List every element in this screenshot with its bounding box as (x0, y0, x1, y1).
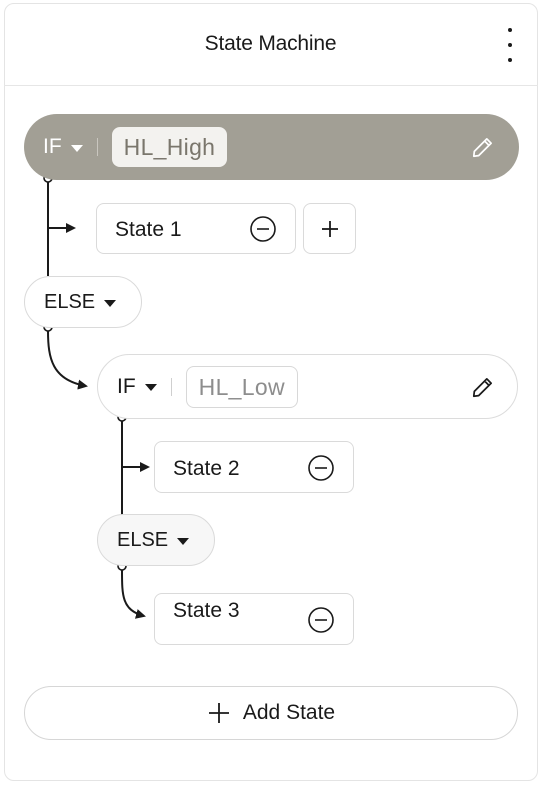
else-dropdown-2[interactable]: ELSE (97, 514, 215, 566)
caret-down-icon (70, 144, 83, 152)
variable-chip-2[interactable]: HL_Low (185, 365, 298, 408)
else-keyword: ELSE (44, 290, 96, 313)
minus-circle-icon[interactable] (307, 454, 335, 482)
plus-icon (322, 221, 338, 237)
add-state-button[interactable]: Add State (24, 686, 518, 740)
minus-circle-icon[interactable] (307, 606, 335, 634)
if-dropdown-1[interactable]: IF (43, 135, 83, 159)
separator (170, 377, 172, 396)
add-branch-button[interactable] (303, 203, 356, 254)
else-dropdown-1[interactable]: ELSE (24, 276, 142, 328)
state-card-2[interactable]: State 2 (154, 441, 354, 493)
caret-down-icon (177, 537, 190, 545)
plus-icon (208, 703, 229, 723)
caret-down-icon (144, 384, 157, 391)
if-block-1[interactable]: IF HL_High (24, 114, 519, 180)
caret-down-icon (104, 299, 117, 307)
if-dropdown-2[interactable]: IF (117, 375, 157, 399)
if-keyword: IF (43, 135, 62, 158)
variable-chip-1[interactable]: HL_High (111, 127, 228, 167)
state-label: State 2 (173, 457, 240, 480)
if-block-2[interactable]: IF HL_Low (97, 354, 518, 419)
connector-curve (121, 569, 146, 619)
connector-curve (47, 330, 88, 390)
else-keyword: ELSE (117, 528, 169, 551)
state-label: State 3 (173, 599, 240, 622)
state-label: State 1 (115, 218, 182, 241)
state-card-3[interactable]: State 3 (154, 593, 354, 645)
if-keyword: IF (117, 374, 136, 398)
pencil-icon[interactable] (470, 134, 496, 160)
separator (96, 138, 98, 156)
minus-circle-icon[interactable] (249, 215, 277, 243)
add-state-label: Add State (242, 701, 336, 724)
state-card-1[interactable]: State 1 (96, 203, 296, 254)
pencil-icon[interactable] (470, 374, 496, 400)
